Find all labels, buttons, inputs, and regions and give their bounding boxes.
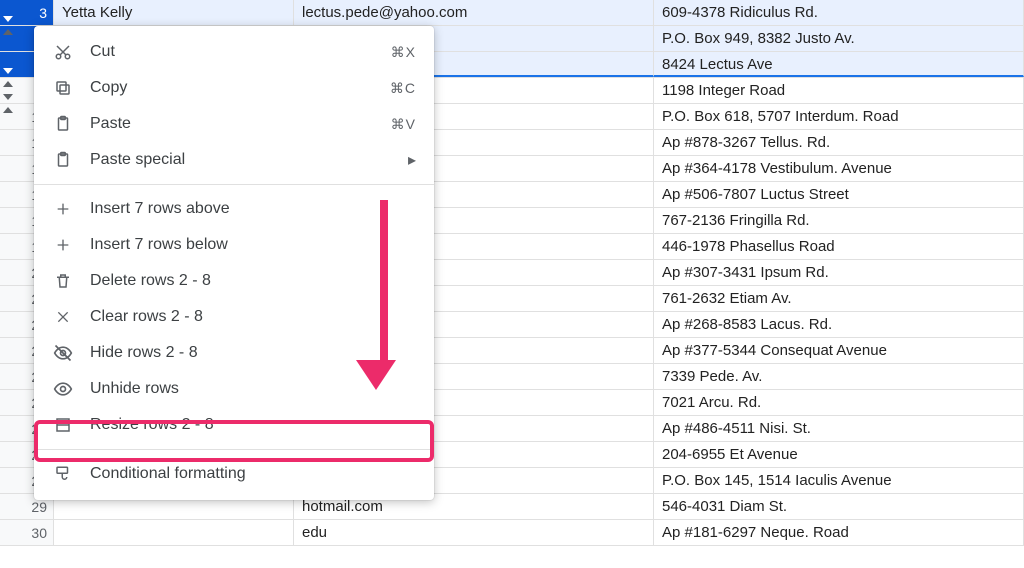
cell[interactable] (54, 520, 294, 545)
menu-label: Cut (90, 43, 391, 61)
cell[interactable]: Ap #377-5344 Consequat Avenue (654, 338, 1024, 363)
row-header[interactable]: 30 (0, 520, 54, 545)
menu-cut[interactable]: Cut ⌘X (34, 34, 434, 70)
cell[interactable]: 8424 Lectus Ave (654, 52, 1024, 77)
copy-icon (52, 79, 74, 97)
cell[interactable]: Ap #878-3267 Tellus. Rd. (654, 130, 1024, 155)
cell[interactable]: Ap #486-4511 Nisi. St. (654, 416, 1024, 441)
menu-label: Insert 7 rows above (90, 200, 416, 218)
cell[interactable]: 204-6955 Et Avenue (654, 442, 1024, 467)
cell[interactable]: P.O. Box 949, 8382 Justo Av. (654, 26, 1024, 51)
context-menu: Cut ⌘X Copy ⌘C Paste ⌘V Paste special ▸ … (34, 26, 434, 500)
menu-paste[interactable]: Paste ⌘V (34, 106, 434, 142)
paste-icon (52, 115, 74, 133)
menu-copy[interactable]: Copy ⌘C (34, 70, 434, 106)
eye-off-icon (52, 343, 74, 363)
cell[interactable]: Yetta Kelly (54, 0, 294, 25)
menu-shortcut: ⌘X (391, 44, 416, 61)
cell[interactable]: Ap #307-3431 Ipsum Rd. (654, 260, 1024, 285)
cell[interactable]: Ap #181-6297 Neque. Road (654, 520, 1024, 545)
menu-label: Hide rows 2 - 8 (90, 344, 416, 362)
submenu-arrow-icon: ▸ (408, 150, 416, 170)
table-row[interactable]: 30 eduAp #181-6297 Neque. Road (0, 520, 1024, 546)
cell[interactable]: edu (294, 520, 654, 545)
table-row[interactable]: 3Yetta Kellylectus.pede@yahoo.com609-437… (0, 0, 1024, 26)
menu-conditional-formatting[interactable]: Conditional formatting (34, 456, 434, 492)
trash-icon (52, 272, 74, 290)
cell[interactable]: P.O. Box 618, 5707 Interdum. Road (654, 104, 1024, 129)
menu-shortcut: ⌘V (391, 116, 416, 133)
menu-paste-special[interactable]: Paste special ▸ (34, 142, 434, 178)
menu-insert-above[interactable]: Insert 7 rows above (34, 191, 434, 227)
cell[interactable]: 1198 Integer Road (654, 78, 1024, 103)
cell[interactable]: 609-4378 Ridiculus Rd. (654, 0, 1024, 25)
cell[interactable]: 7021 Arcu. Rd. (654, 390, 1024, 415)
menu-label: Paste special (90, 151, 408, 169)
menu-hide-rows[interactable]: Hide rows 2 - 8 (34, 335, 434, 371)
menu-unhide-rows[interactable]: Unhide rows (34, 371, 434, 407)
menu-label: Copy (90, 79, 390, 97)
menu-separator (34, 184, 434, 185)
plus-icon (52, 201, 74, 217)
cell[interactable]: 546-4031 Diam St. (654, 494, 1024, 519)
cell[interactable]: Ap #506-7807 Luctus Street (654, 182, 1024, 207)
menu-label: Resize rows 2 - 8 (90, 416, 416, 434)
menu-separator (34, 449, 434, 450)
menu-label: Paste (90, 115, 391, 133)
cell[interactable]: 767-2136 Fringilla Rd. (654, 208, 1024, 233)
menu-label: Conditional formatting (90, 465, 416, 483)
menu-resize-rows[interactable]: Resize rows 2 - 8 (34, 407, 434, 443)
menu-shortcut: ⌘C (390, 80, 416, 97)
menu-label: Unhide rows (90, 380, 416, 398)
cell[interactable]: lectus.pede@yahoo.com (294, 0, 654, 25)
menu-label: Clear rows 2 - 8 (90, 308, 416, 326)
menu-label: Insert 7 rows below (90, 236, 416, 254)
cell[interactable]: 446-1978 Phasellus Road (654, 234, 1024, 259)
x-icon (52, 309, 74, 325)
cut-icon (52, 43, 74, 61)
resize-icon (52, 416, 74, 434)
cell[interactable]: Ap #364-4178 Vestibulum. Avenue (654, 156, 1024, 181)
menu-delete-rows[interactable]: Delete rows 2 - 8 (34, 263, 434, 299)
cell[interactable]: P.O. Box 145, 1514 Iaculis Avenue (654, 468, 1024, 493)
menu-label: Delete rows 2 - 8 (90, 272, 416, 290)
row-header[interactable]: 3 (0, 0, 54, 25)
menu-insert-below[interactable]: Insert 7 rows below (34, 227, 434, 263)
eye-icon (52, 379, 74, 399)
cell[interactable]: Ap #268-8583 Lacus. Rd. (654, 312, 1024, 337)
paint-icon (52, 465, 74, 483)
cell[interactable]: 761-2632 Etiam Av. (654, 286, 1024, 311)
menu-clear-rows[interactable]: Clear rows 2 - 8 (34, 299, 434, 335)
cell[interactable]: 7339 Pede. Av. (654, 364, 1024, 389)
paste-icon (52, 151, 74, 169)
plus-icon (52, 237, 74, 253)
